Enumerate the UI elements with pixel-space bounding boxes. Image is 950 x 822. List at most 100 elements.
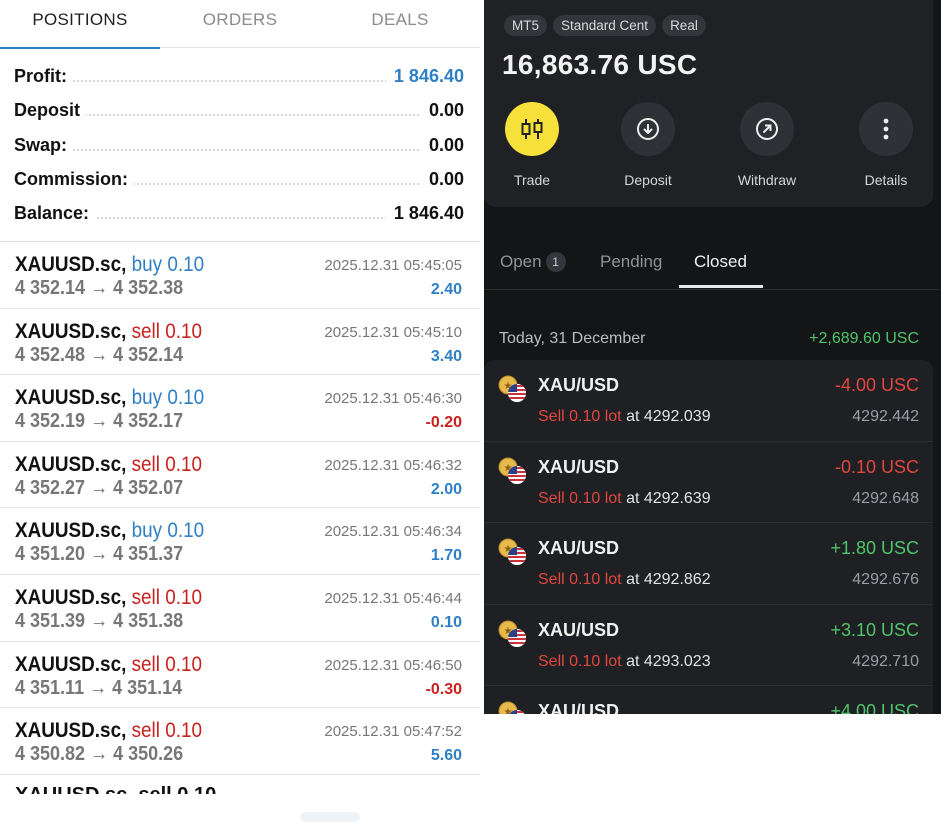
trade-symbol: XAUUSD.sc, sell 0.10	[15, 719, 202, 743]
summary-value: 0.00	[420, 100, 464, 122]
trade-time: 2025.12.31 05:46:32	[324, 456, 462, 474]
order-open-price: at 4292.639	[626, 489, 711, 507]
trade-prices: 4 352.27 → 4 352.07	[15, 476, 184, 499]
trade-side: sell 0.10	[131, 319, 202, 343]
order-lot: Sell 0.10 lot	[538, 408, 622, 425]
order-profit: +3.10 USC	[830, 619, 919, 640]
trade-prices: 4 352.48 → 4 352.14	[15, 343, 184, 366]
withdraw-button[interactable]: Withdraw	[717, 102, 817, 188]
trade-prices: 4 351.39 → 4 351.38	[15, 609, 184, 632]
withdraw-label: Withdraw	[737, 172, 797, 188]
trade-row[interactable]: XAUUSD.sc, buy 0.10 4 352.14 → 4 352.38 20…	[0, 242, 480, 309]
arrow-down-circle-icon	[621, 102, 675, 156]
trade-prices: 4 352.14 → 4 352.38	[15, 277, 184, 299]
trade-row[interactable]: XAUUSD.sc, sell 0.10 4 352.27 → 4 352.07 2…	[0, 442, 480, 509]
trade-time: 2025.12.31 05:46:50	[324, 656, 462, 674]
order-details: Sell 0.10 lot at 4293.023	[538, 653, 711, 671]
tag-platform: MT5	[504, 15, 547, 36]
closed-order-row[interactable]: ★ XAU/USD +4.00 USC	[484, 686, 933, 714]
gold-usd-flag-icon: ★	[498, 538, 526, 566]
trade-symbol: XAUUSD.sc, sell 0.10	[15, 653, 202, 677]
separator: ,	[121, 585, 132, 609]
separator: ,	[121, 719, 132, 743]
order-symbol: XAU/USD	[538, 619, 620, 640]
summary-label: Profit:	[14, 66, 73, 87]
day-total: +2,689.60 USC	[809, 330, 919, 347]
broker-app-panel: MT5 Standard Cent Real 16,863.76 USC Tra…	[484, 0, 941, 714]
separator: ,	[121, 253, 132, 276]
separator: ,	[121, 319, 132, 343]
symbol-text: XAUUSD.sc	[15, 452, 122, 476]
history-tabs: POSITIONS ORDERS DEALS	[0, 0, 480, 49]
summary-commission-row: Commission: 0.00	[0, 163, 480, 197]
tab-open[interactable]: Open 1	[500, 252, 566, 272]
separator: ,	[121, 386, 132, 410]
trade-symbol: XAUUSD.sc, buy 0.10	[15, 386, 204, 410]
trade-row-partial[interactable]: XAUUSD.sc, sell 0.10	[15, 784, 216, 794]
summary-value: 0.00	[420, 134, 464, 156]
trade-prices: 4 350.82 → 4 350.26	[15, 743, 184, 766]
trade-side: buy 0.10	[131, 386, 205, 410]
deposit-button[interactable]: Deposit	[598, 102, 698, 188]
deposit-label: Deposit	[624, 172, 672, 188]
tab-positions[interactable]: POSITIONS	[0, 0, 160, 49]
closed-order-row[interactable]: ★ XAU/USD -0.10 USC Sell 0.10 lot at 4292.6…	[484, 442, 933, 524]
leader-dots	[14, 80, 430, 82]
order-profit: +1.80 USC	[830, 538, 919, 559]
order-close-price: 4292.710	[852, 652, 919, 670]
summary-label: Swap:	[14, 134, 74, 156]
trade-side: sell 0.10	[131, 652, 202, 676]
trade-prices: 4 351.20 → 4 351.37	[15, 543, 184, 566]
symbol-text: XAUUSD.sc	[15, 386, 122, 410]
summary-block: Profit: 1 846.40 Deposit 0.00 Swap: 0.00…	[0, 60, 480, 231]
summary-deposit-row: Deposit 0.00	[0, 94, 480, 128]
trade-profit: -0.20	[425, 414, 462, 432]
tab-closed[interactable]: Closed	[694, 252, 747, 272]
trade-profit: -0.30	[425, 680, 462, 698]
details-button[interactable]: Details	[836, 102, 936, 188]
trade-profit: 3.40	[430, 347, 462, 365]
symbol-text: XAUUSD.sc	[15, 319, 122, 343]
order-details: Sell 0.10 lot at 4292.639	[538, 490, 711, 508]
tag-mode: Real	[662, 15, 706, 36]
trade-side: sell 0.10	[131, 719, 202, 743]
account-balance: 16,863.76 USC	[502, 49, 698, 80]
tab-orders[interactable]: ORDERS	[160, 0, 320, 48]
day-header: Today, 31 December	[499, 330, 646, 347]
order-lot: Sell 0.10 lot	[538, 489, 622, 507]
order-lot: Sell 0.10 lot	[538, 652, 622, 670]
trade-row[interactable]: XAUUSD.sc, sell 0.10 4 350.82 → 4 350.26 2…	[0, 708, 480, 775]
trade-symbol: XAUUSD.sc, buy 0.10	[15, 519, 204, 543]
order-close-price: 4292.442	[852, 408, 919, 425]
trade-row[interactable]: XAUUSD.sc, buy 0.10 4 352.19 → 4 352.17 20…	[0, 375, 480, 442]
order-close-price: 4292.676	[852, 571, 919, 589]
order-open-price: at 4293.023	[626, 652, 711, 670]
order-tabs: Open 1 Pending Closed	[484, 240, 941, 290]
trade-row[interactable]: XAUUSD.sc, buy 0.10 4 351.20 → 4 351.37 20…	[0, 508, 480, 575]
open-count-badge: 1	[545, 252, 566, 272]
trade-symbol: XAUUSD.sc, sell 0.10	[15, 453, 202, 477]
order-profit: +4.00 USC	[830, 701, 919, 714]
trade-time: 2025.12.31 05:46:34	[324, 523, 462, 541]
summary-label: Commission:	[14, 168, 135, 190]
tab-pending[interactable]: Pending	[600, 252, 662, 272]
closed-order-row[interactable]: ★ XAU/USD -4.00 USC Sell 0.10 lot at 4292.0…	[484, 360, 933, 442]
trade-side: sell 0.10	[131, 452, 202, 476]
order-open-price: at 4292.862	[626, 571, 711, 589]
trade-profit: 0.10	[430, 613, 462, 631]
gold-usd-flag-icon: ★	[498, 620, 526, 647]
order-profit: -0.10 USC	[834, 456, 919, 477]
trade-row[interactable]: XAUUSD.sc, sell 0.10 4 351.11 → 4 351.14 2…	[0, 642, 480, 709]
closed-orders-list: ★ XAU/USD -4.00 USC Sell 0.10 lot at 4292.0…	[484, 360, 933, 714]
closed-order-row[interactable]: ★ XAU/USD +3.10 USC Sell 0.10 lot at 4293.0…	[484, 605, 933, 687]
trade-button[interactable]: Trade	[484, 102, 582, 188]
trade-row[interactable]: XAUUSD.sc, sell 0.10 4 352.48 → 4 352.14 2…	[0, 309, 480, 376]
gold-usd-flag-icon: ★	[498, 375, 526, 402]
trade-row[interactable]: XAUUSD.sc, sell 0.10 4 351.39 → 4 351.38 2…	[0, 575, 480, 642]
closed-order-row[interactable]: ★ XAU/USD +1.80 USC Sell 0.10 lot at 4292.8…	[484, 523, 933, 605]
trade-side: buy 0.10	[131, 519, 205, 543]
trade-symbol: XAUUSD.sc, buy 0.10	[15, 253, 204, 277]
gold-usd-flag-icon: ★	[498, 701, 526, 714]
tab-deals[interactable]: DEALS	[320, 0, 480, 48]
trade-profit: 1.70	[430, 547, 462, 565]
